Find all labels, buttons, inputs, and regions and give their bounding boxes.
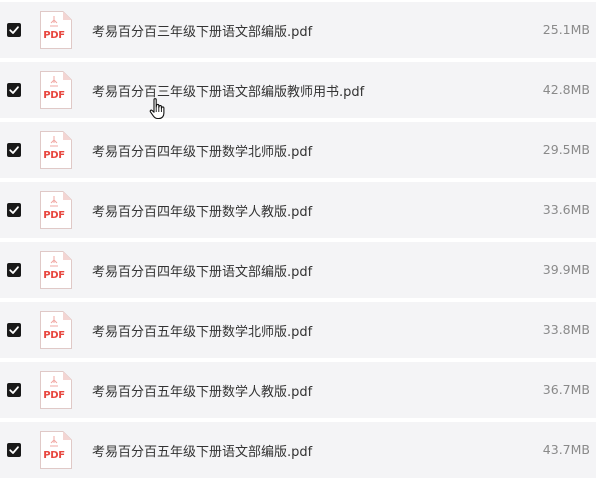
file-size: 39.9MB (542, 262, 590, 277)
pdf-file-icon: PDF (40, 431, 72, 469)
file-row[interactable]: PDF 考易百分百四年级下册语文部编版.pdf 39.9MB (0, 242, 596, 298)
file-size: 29.5MB (542, 142, 590, 157)
pdf-label: PDF (43, 210, 65, 221)
file-name[interactable]: 考易百分百三年级下册语文部编版.pdf (92, 21, 312, 40)
file-row[interactable]: PDF 考易百分百四年级下册数学人教版.pdf 33.6MB (0, 182, 596, 238)
pdf-label: PDF (43, 390, 65, 401)
file-size: 33.8MB (542, 322, 590, 337)
checkbox-checked-icon[interactable] (7, 203, 21, 217)
file-list: PDF 考易百分百三年级下册语文部编版.pdf 25.1MB PDF 考易百分百… (0, 0, 596, 479)
file-row[interactable]: PDF 考易百分百五年级下册数学北师版.pdf 33.8MB (0, 302, 596, 358)
file-name[interactable]: 考易百分百四年级下册数学北师版.pdf (92, 141, 312, 160)
pdf-label: PDF (43, 150, 65, 161)
pdf-file-icon: PDF (40, 311, 72, 349)
pdf-file-icon: PDF (40, 191, 72, 229)
checkbox-checked-icon[interactable] (7, 263, 21, 277)
pdf-label: PDF (43, 450, 65, 461)
file-size: 42.8MB (542, 82, 590, 97)
file-name[interactable]: 考易百分百四年级下册语文部编版.pdf (92, 261, 312, 280)
pdf-label: PDF (43, 30, 65, 41)
file-name[interactable]: 考易百分百三年级下册语文部编版教师用书.pdf (92, 81, 364, 100)
file-name[interactable]: 考易百分百四年级下册数学人教版.pdf (92, 201, 312, 220)
file-name[interactable]: 考易百分百五年级下册语文部编版.pdf (92, 441, 312, 460)
pdf-file-icon: PDF (40, 131, 72, 169)
checkbox-checked-icon[interactable] (7, 143, 21, 157)
file-name[interactable]: 考易百分百五年级下册数学人教版.pdf (92, 381, 312, 400)
file-row[interactable]: PDF 考易百分百三年级下册语文部编版教师用书.pdf 42.8MB (0, 62, 596, 118)
file-size: 25.1MB (542, 22, 590, 37)
pdf-file-icon: PDF (40, 371, 72, 409)
file-row[interactable]: PDF 考易百分百五年级下册语文部编版.pdf 43.7MB (0, 422, 596, 478)
checkbox-checked-icon[interactable] (7, 443, 21, 457)
pdf-label: PDF (43, 270, 65, 281)
pdf-label: PDF (43, 330, 65, 341)
pdf-file-icon: PDF (40, 251, 72, 289)
checkbox-checked-icon[interactable] (7, 323, 21, 337)
pdf-label: PDF (43, 90, 65, 101)
checkbox-checked-icon[interactable] (7, 383, 21, 397)
checkbox-checked-icon[interactable] (7, 23, 21, 37)
file-size: 43.7MB (542, 442, 590, 457)
file-row[interactable]: PDF 考易百分百五年级下册数学人教版.pdf 36.7MB (0, 362, 596, 418)
file-size: 36.7MB (542, 382, 590, 397)
file-row[interactable]: PDF 考易百分百四年级下册数学北师版.pdf 29.5MB (0, 122, 596, 178)
file-size: 33.6MB (542, 202, 590, 217)
pdf-file-icon: PDF (40, 11, 72, 49)
file-row[interactable]: PDF 考易百分百三年级下册语文部编版.pdf 25.1MB (0, 2, 596, 58)
pdf-file-icon: PDF (40, 71, 72, 109)
checkbox-checked-icon[interactable] (7, 83, 21, 97)
file-name[interactable]: 考易百分百五年级下册数学北师版.pdf (92, 321, 312, 340)
